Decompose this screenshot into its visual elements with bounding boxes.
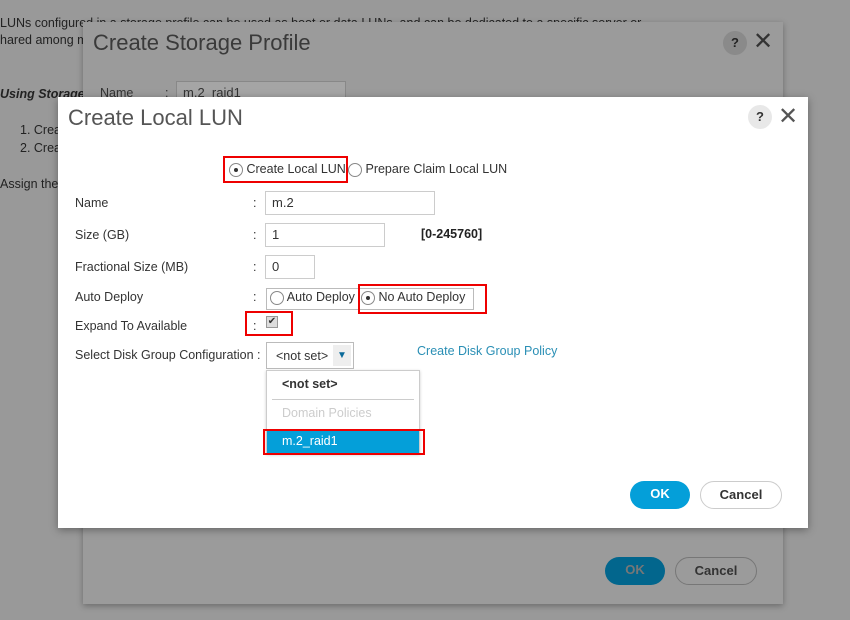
highlight-box: [245, 311, 293, 336]
radio-icon: [348, 162, 362, 177]
chevron-down-icon[interactable]: ▼: [333, 345, 351, 366]
name-input[interactable]: m.2: [265, 191, 435, 215]
ok-button[interactable]: OK: [630, 481, 690, 509]
outer-ok-button[interactable]: OK: [605, 557, 665, 585]
colon: :: [253, 196, 257, 210]
create-disk-group-policy-link[interactable]: Create Disk Group Policy: [417, 344, 557, 358]
help-icon[interactable]: ?: [723, 31, 747, 55]
fractional-size-input[interactable]: 0: [265, 255, 315, 279]
outer-dialog-title: Create Storage Profile: [93, 30, 311, 55]
select-value: <not set>: [276, 349, 329, 363]
highlight-box: [358, 284, 487, 314]
colon: :: [253, 260, 257, 274]
name-label: Name: [75, 196, 109, 210]
disk-group-select[interactable]: <not set> ▼: [266, 342, 354, 369]
dropdown-divider: [272, 399, 414, 400]
size-input[interactable]: 1: [265, 223, 385, 247]
auto-deploy-label: Auto Deploy: [75, 290, 144, 304]
outer-cancel-button[interactable]: Cancel: [675, 557, 757, 585]
create-local-lun-dialog: Create Local LUN ? ✕ Create Local LUN Pr…: [58, 97, 808, 528]
radio-icon: [270, 290, 284, 305]
radio-create-local-lun[interactable]: Create Local LUN: [229, 162, 346, 177]
expand-label: Expand To Available: [75, 319, 188, 333]
dropdown-group-header: Domain Policies: [282, 406, 372, 420]
radio-label: Create Local LUN: [246, 162, 346, 176]
colon: :: [253, 290, 257, 304]
size-label: Size (GB): [75, 228, 130, 242]
fractional-size-label: Fractional Size (MB): [75, 260, 189, 274]
background-text: 1. Crea: [20, 123, 61, 137]
cancel-button[interactable]: Cancel: [700, 481, 782, 509]
radio-icon: [229, 162, 243, 177]
background-text: hared among m: [0, 33, 88, 47]
disk-group-label: Select Disk Group Configuration :: [75, 348, 261, 362]
radio-label: Auto Deploy: [286, 290, 355, 304]
size-range: [0-245760]: [421, 227, 483, 241]
radio-prepare-claim-local-lun[interactable]: Prepare Claim Local LUN: [348, 162, 507, 177]
help-icon[interactable]: ?: [748, 105, 772, 129]
close-icon[interactable]: ✕: [778, 105, 798, 129]
dialog-title: Create Local LUN: [68, 105, 243, 130]
background-text: 2. Crea: [20, 141, 61, 155]
colon: :: [253, 228, 257, 242]
radio-auto-deploy[interactable]: Auto Deploy: [270, 290, 355, 305]
close-icon[interactable]: ✕: [753, 30, 773, 54]
radio-label: Prepare Claim Local LUN: [365, 162, 508, 176]
highlight-box: [263, 429, 425, 455]
dropdown-option-not-set[interactable]: <not set>: [282, 377, 338, 391]
